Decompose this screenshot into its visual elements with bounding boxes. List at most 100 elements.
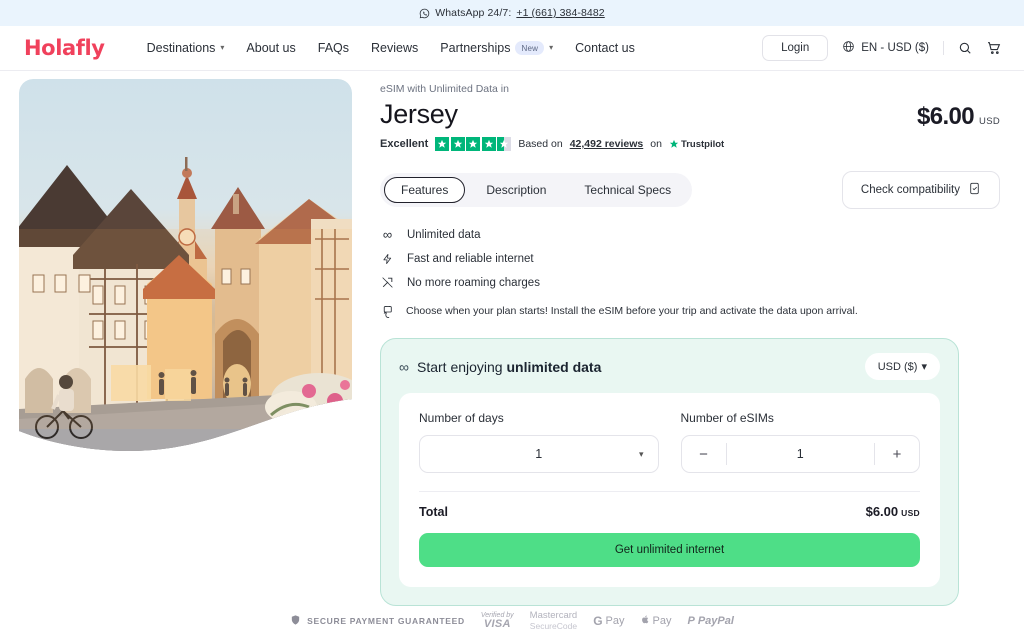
tab-description[interactable]: Description — [469, 177, 563, 203]
promo-phone-link[interactable]: +1 (661) 384-8482 — [516, 7, 604, 19]
product-eyebrow: eSIM with Unlimited Data in — [380, 83, 509, 95]
gpay-g-letter: G — [593, 614, 603, 629]
esims-increment-button[interactable]: + — [875, 436, 919, 472]
visa-bottom-text: VISA — [483, 618, 511, 630]
tab-technical-specs[interactable]: Technical Specs — [567, 177, 688, 203]
purchase-title-prefix: Start enjoying — [416, 358, 507, 375]
secure-payment-text: SECURE PAYMENT GUARANTEED — [307, 616, 465, 627]
total-value: $6.00 — [865, 504, 899, 519]
nav-label: FAQs — [317, 41, 350, 55]
paypal-logo: P PayPal — [687, 615, 733, 627]
apple-pay-logo: Pay — [641, 614, 671, 628]
currency-selector[interactable]: USD ($) ▾ — [864, 353, 940, 380]
on-label: on — [650, 138, 662, 150]
main-nav: Destinations ▾ About us FAQs Reviews Par… — [147, 41, 635, 55]
form-divider — [419, 491, 920, 492]
check-compatibility-button[interactable]: Check compatibility — [841, 171, 1000, 209]
nav-item-partnerships[interactable]: Partnerships New ▾ — [440, 41, 553, 55]
get-unlimited-internet-button[interactable]: Get unlimited internet — [419, 533, 920, 567]
infinity-icon: ∞ — [382, 227, 393, 242]
esims-label: Number of eSIMs — [680, 411, 774, 425]
chevron-down-icon: ▾ — [549, 43, 554, 52]
esims-decrement-button[interactable]: − — [682, 436, 726, 472]
paypal-label: PayPal — [697, 615, 734, 628]
nav-item-faqs[interactable]: FAQs — [318, 41, 349, 55]
site-header: Holafly Destinations ▾ About us FAQs Rev… — [0, 26, 1024, 71]
reviews-count-link[interactable]: 42,492 reviews — [570, 138, 644, 150]
product-content: eSIM with Unlimited Data in Jersey $6.00… — [371, 71, 1024, 606]
purchase-form: Number of days 1 ▾ Number of eSIMs − 1 +… — [399, 393, 940, 587]
header-actions: Login EN - USD ($) — [762, 35, 1002, 61]
feature-item: ∞ Unlimited data — [380, 227, 1000, 242]
form-fields: Number of days 1 ▾ Number of eSIMs − 1 + — [419, 411, 920, 473]
total-row: Total $6.00 USD — [419, 504, 920, 519]
header-divider — [943, 41, 944, 55]
purchase-card-header: ∞ Start enjoying unlimited data USD ($) … — [399, 353, 940, 380]
verified-by-visa-logo: Verified by VISA — [481, 612, 514, 631]
mastercard-bottom-text: SecureCode — [529, 620, 578, 631]
promo-bar: WhatsApp 24/7: +1 (661) 384-8482 — [0, 0, 1024, 26]
feature-list: ∞ Unlimited data Fast and reliable inter… — [380, 227, 1000, 289]
star-icon — [481, 137, 496, 151]
tab-features[interactable]: Features — [384, 177, 466, 203]
purchase-title-strong: unlimited data — [506, 358, 602, 375]
cart-icon[interactable] — [986, 40, 1002, 56]
nav-label: About us — [246, 41, 296, 55]
logo[interactable]: Holafly — [24, 36, 105, 60]
feature-label: Unlimited data — [407, 228, 481, 241]
days-value: 1 — [535, 447, 543, 461]
nav-label: Contact us — [575, 41, 635, 55]
purchase-card: ∞ Start enjoying unlimited data USD ($) … — [380, 338, 959, 606]
nav-item-destinations[interactable]: Destinations ▾ — [147, 41, 225, 55]
trustpilot-rating: Excellent Based on 42,492 reviews on Tru… — [380, 137, 1000, 151]
trustpilot-brand-label: Trustpilot — [680, 138, 725, 150]
esims-field: Number of eSIMs − 1 + — [680, 411, 920, 473]
lightning-icon — [380, 252, 395, 266]
nav-item-about-us[interactable]: About us — [246, 41, 295, 55]
currency-selector-label: USD ($) — [877, 360, 918, 373]
secure-payment-badge: SECURE PAYMENT GUARANTEED — [290, 614, 465, 628]
paypal-mark: P — [687, 615, 695, 628]
star-half-icon — [497, 137, 512, 151]
feature-label: Fast and reliable internet — [407, 253, 534, 265]
login-button[interactable]: Login — [762, 35, 829, 61]
payment-methods: SECURE PAYMENT GUARANTEED Verified by VI… — [0, 610, 1024, 631]
based-on-label: Based on — [518, 138, 563, 150]
nav-item-reviews[interactable]: Reviews — [371, 41, 418, 55]
total-currency: USD — [901, 508, 920, 518]
plan-start-notice-text: Choose when your plan starts! Install th… — [406, 305, 858, 317]
locale-selector[interactable]: EN - USD ($) — [842, 40, 929, 56]
trustpilot-star-icon — [669, 139, 679, 148]
search-icon[interactable] — [958, 41, 972, 55]
nav-label: Destinations — [146, 41, 216, 55]
shield-icon — [290, 614, 301, 628]
price-value: $6.00 — [916, 103, 975, 130]
hero-image — [19, 79, 371, 606]
rating-label: Excellent — [380, 138, 429, 150]
price-currency: USD — [979, 116, 1000, 127]
trustpilot-logo[interactable]: Trustpilot — [669, 139, 724, 150]
page-body: eSIM with Unlimited Data in Jersey $6.00… — [0, 71, 1024, 606]
locale-label: EN - USD ($) — [861, 42, 929, 54]
hero-image-clip — [19, 79, 352, 472]
page-title: Jersey — [380, 99, 458, 129]
total-label: Total — [419, 505, 448, 519]
nav-badge-new: New — [515, 41, 545, 55]
chevron-down-icon: ▾ — [220, 43, 225, 52]
plan-start-notice: Choose when your plan starts! Install th… — [380, 305, 1000, 319]
mastercard-securecode-logo: Mastercard SecureCode — [529, 610, 578, 631]
nav-label: Reviews — [371, 41, 419, 55]
star-icon — [450, 137, 465, 151]
nav-label: Partnerships — [440, 41, 511, 55]
days-select[interactable]: 1 ▾ — [419, 435, 659, 473]
calendar-hand-icon — [380, 305, 395, 319]
esims-stepper: − 1 + — [680, 435, 920, 473]
check-compatibility-label: Check compatibility — [860, 184, 960, 196]
chevron-down-icon: ▾ — [638, 448, 644, 459]
product-price: $6.00 USD — [917, 99, 1000, 131]
device-check-icon — [968, 182, 981, 198]
tab-group: Features Description Technical Specs — [380, 173, 693, 207]
feature-item: Fast and reliable internet — [380, 252, 1000, 266]
infinity-icon: ∞ — [399, 358, 409, 375]
nav-item-contact-us[interactable]: Contact us — [575, 41, 635, 55]
